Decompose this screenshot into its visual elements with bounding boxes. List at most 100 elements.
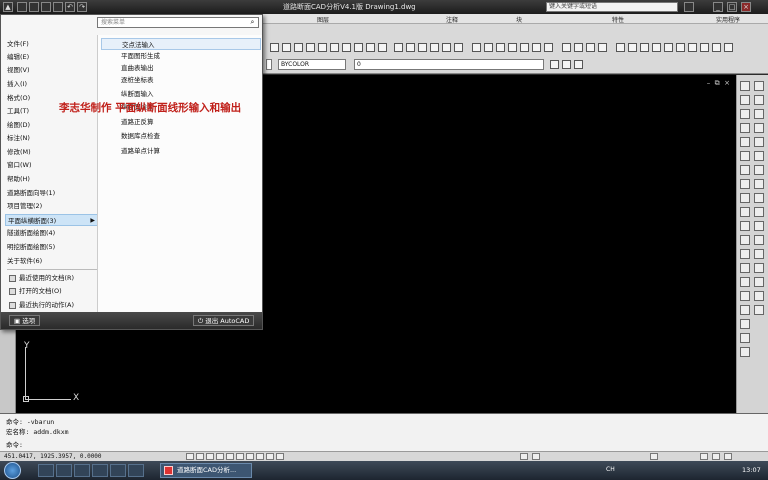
search-icon[interactable]: ⌕ <box>248 18 257 27</box>
text-icon[interactable] <box>454 43 463 52</box>
make-current-icon[interactable] <box>562 60 571 69</box>
spline-icon[interactable] <box>740 193 750 203</box>
recent-documents-item[interactable]: 最近使用的文档(R) <box>9 272 74 284</box>
pinned-app-2-icon[interactable] <box>110 464 126 477</box>
panel-utilities[interactable]: 实用程序 <box>716 15 740 24</box>
menu-item-alignment[interactable]: 平面纵横断面(3) ▶ <box>5 214 99 226</box>
table-style-icon[interactable] <box>418 43 427 52</box>
fillet-icon[interactable] <box>754 291 764 301</box>
save-icon[interactable] <box>41 2 51 12</box>
panel-block[interactable]: 块 <box>516 15 522 24</box>
layer-combo[interactable]: 0 <box>354 59 544 70</box>
distance-icon[interactable] <box>676 43 685 52</box>
dim-style-icon[interactable] <box>406 43 415 52</box>
panel-annotation[interactable]: 注释 <box>446 15 458 24</box>
menu-item-project[interactable]: 项目管理(2) <box>7 200 99 212</box>
menu-item-insert[interactable]: 插入(I) <box>7 78 99 90</box>
area-icon[interactable] <box>664 43 673 52</box>
layer-isolate-icon[interactable] <box>330 43 339 52</box>
ortho-icon[interactable] <box>206 453 214 460</box>
polar-icon[interactable] <box>216 453 224 460</box>
zoom-window-icon[interactable] <box>484 43 493 52</box>
coordinate-readout[interactable]: 451.0417, 1925.3957, 0.0000 <box>4 453 102 460</box>
scale-icon[interactable] <box>754 193 764 203</box>
zoom-realtime-icon[interactable] <box>472 43 481 52</box>
app-logo-icon[interactable]: ▲ <box>3 2 13 12</box>
explode-icon[interactable] <box>754 305 764 315</box>
zoom-in-icon[interactable] <box>532 43 541 52</box>
annotation-scale-icon[interactable] <box>650 453 658 460</box>
new-file-icon[interactable] <box>17 2 27 12</box>
audit-icon[interactable] <box>700 43 709 52</box>
add-selected-icon[interactable] <box>740 347 750 357</box>
model-icon[interactable] <box>520 453 528 460</box>
submenu-item-road-calc[interactable]: 道路正反算 <box>101 116 261 128</box>
minimize-icon[interactable]: _ <box>713 2 723 12</box>
command-prompt[interactable]: 命令: <box>6 439 23 449</box>
table-icon[interactable] <box>740 319 750 329</box>
match-properties-icon[interactable] <box>586 43 595 52</box>
zoom-out-icon[interactable] <box>544 43 553 52</box>
xline-icon[interactable] <box>740 95 750 105</box>
menu-item-file[interactable]: 文件(F) <box>7 38 99 50</box>
language-indicator[interactable]: CH <box>606 466 615 473</box>
ducs-icon[interactable] <box>246 453 254 460</box>
make-block-icon[interactable] <box>740 249 750 259</box>
layer-previous-icon[interactable] <box>550 60 559 69</box>
panel-properties[interactable]: 特性 <box>612 15 624 24</box>
line-icon[interactable] <box>740 81 750 91</box>
polyline-icon[interactable] <box>740 109 750 119</box>
layer-lock-icon[interactable] <box>306 43 315 52</box>
close-icon[interactable]: × <box>741 2 751 12</box>
array-icon[interactable] <box>754 151 764 161</box>
submenu-item-plan-generate[interactable]: 平面图形生成 <box>101 50 261 62</box>
redo-icon[interactable]: ↷ <box>77 2 87 12</box>
snap-icon[interactable] <box>186 453 194 460</box>
stretch-icon[interactable] <box>754 207 764 217</box>
menu-item-modify[interactable]: 修改(M) <box>7 146 99 158</box>
binoculars-icon[interactable] <box>684 2 694 12</box>
recent-actions-item[interactable]: 最近执行的动作(A) <box>9 299 74 311</box>
menu-item-open-cut[interactable]: 明挖断面绘图(5) <box>7 241 99 253</box>
open-documents-item[interactable]: 打开的文档(O) <box>9 285 62 297</box>
lock-icon[interactable] <box>712 453 720 460</box>
trim-icon[interactable] <box>754 221 764 231</box>
layer-properties-icon[interactable] <box>270 43 279 52</box>
start-button[interactable] <box>4 462 21 479</box>
menu-item-edit[interactable]: 编辑(E) <box>7 51 99 63</box>
purge-icon[interactable] <box>688 43 697 52</box>
revcloud-icon[interactable] <box>740 179 750 189</box>
region-icon[interactable] <box>740 305 750 315</box>
annotation-icon[interactable] <box>442 43 451 52</box>
erase-icon[interactable] <box>754 95 764 105</box>
calculator-icon[interactable] <box>616 43 625 52</box>
zoom-extents-icon[interactable] <box>508 43 517 52</box>
quick-select-icon[interactable] <box>598 43 607 52</box>
mleader-style-icon[interactable] <box>430 43 439 52</box>
layer-merge-icon[interactable] <box>366 43 375 52</box>
osnap-icon[interactable] <box>226 453 234 460</box>
mtext-icon[interactable] <box>740 333 750 343</box>
ellipse-icon[interactable] <box>740 207 750 217</box>
layer-delete-icon[interactable] <box>378 43 387 52</box>
taskbar-window-button[interactable]: 道路断面CAD分析... <box>160 463 252 478</box>
layout-icon[interactable] <box>532 453 540 460</box>
chamfer-icon[interactable] <box>754 277 764 287</box>
join-icon[interactable] <box>754 263 764 273</box>
submenu-item-db-check[interactable]: 数据库点检查 <box>101 130 261 142</box>
menu-item-dimension[interactable]: 标注(N) <box>7 132 99 144</box>
text-style-icon[interactable] <box>394 43 403 52</box>
browser-icon[interactable] <box>74 464 90 477</box>
zoom-previous-icon[interactable] <box>496 43 505 52</box>
layer-arrow-combo[interactable] <box>266 59 272 70</box>
submenu-item-pi-input[interactable]: 交点法输入 <box>101 38 261 50</box>
rectangle-icon[interactable] <box>740 137 750 147</box>
break-icon[interactable] <box>754 249 764 259</box>
menu-item-help[interactable]: 帮助(H) <box>7 173 99 185</box>
arc-icon[interactable] <box>740 151 750 161</box>
explorer-icon[interactable] <box>38 464 54 477</box>
rotate-icon[interactable] <box>754 179 764 189</box>
print-icon[interactable] <box>53 2 63 12</box>
viewport-controls[interactable]: – ⧉ × <box>707 79 730 88</box>
layer-match-icon-2[interactable] <box>574 60 583 69</box>
